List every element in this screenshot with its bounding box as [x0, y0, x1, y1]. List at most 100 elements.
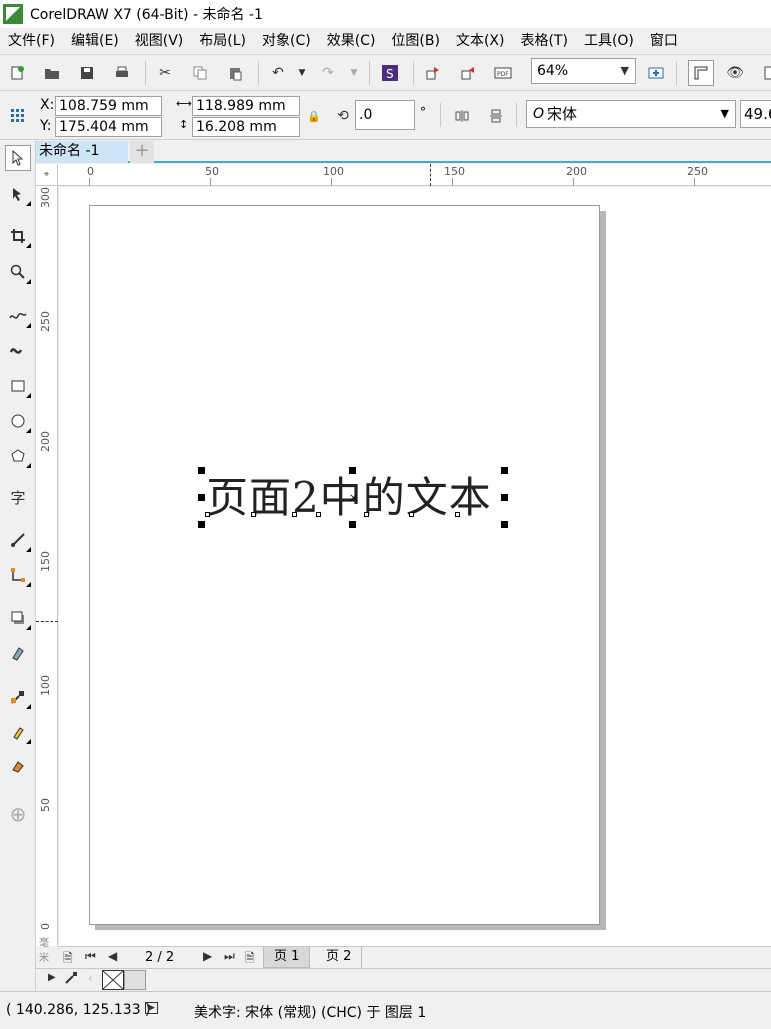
- pick-tool-icon[interactable]: [5, 145, 31, 171]
- cut-icon[interactable]: ✂: [155, 63, 175, 83]
- document-tab[interactable]: 未命名 -1: [36, 141, 128, 163]
- x-position-field[interactable]: 108.759 mm: [55, 96, 162, 116]
- first-page-icon[interactable]: ⏮: [85, 949, 96, 964]
- character-node[interactable]: [455, 512, 460, 517]
- zoom-level-select[interactable]: 64% ▼: [531, 58, 636, 84]
- previous-page-icon[interactable]: ◀: [108, 949, 117, 963]
- redo-dropdown-chevron-icon[interactable]: ▼: [344, 63, 364, 83]
- dimension-tool-icon[interactable]: [5, 527, 31, 553]
- publish-pdf-icon[interactable]: PDF: [493, 63, 513, 83]
- menu-window[interactable]: 窗口: [642, 28, 686, 54]
- y-position-field[interactable]: 175.404 mm: [55, 117, 162, 137]
- object-origin-icon[interactable]: [8, 106, 28, 126]
- selection-handle[interactable]: [501, 494, 508, 501]
- selection-handle[interactable]: [198, 467, 205, 474]
- transparency-tool-icon[interactable]: [5, 640, 31, 666]
- color-swatch[interactable]: [124, 970, 146, 990]
- drawing-page[interactable]: [89, 205, 600, 925]
- zoom-tool-icon[interactable]: [5, 259, 31, 285]
- drop-shadow-tool-icon[interactable]: [5, 605, 31, 631]
- rotation-angle-field[interactable]: .0: [355, 100, 415, 130]
- menu-view[interactable]: 视图(V): [127, 28, 192, 54]
- menu-edit[interactable]: 编辑(E): [63, 28, 127, 54]
- svg-text:PDF: PDF: [497, 71, 509, 78]
- character-node[interactable]: [205, 512, 210, 517]
- character-node[interactable]: [251, 512, 256, 517]
- new-document-icon[interactable]: [7, 63, 27, 83]
- artistic-media-tool-icon[interactable]: [5, 337, 31, 363]
- selection-handle[interactable]: [349, 467, 356, 474]
- interactive-fill-tool-icon[interactable]: [5, 719, 31, 745]
- page-tab-1[interactable]: 页 1: [263, 947, 311, 968]
- eyedropper-tool-icon[interactable]: [5, 684, 31, 710]
- add-tool-icon[interactable]: ⊕: [5, 801, 31, 827]
- crop-tool-icon[interactable]: [5, 223, 31, 249]
- center-of-rotation-icon[interactable]: ×: [349, 491, 358, 504]
- full-screen-preview-icon[interactable]: [646, 63, 666, 83]
- search-content-icon[interactable]: S: [380, 63, 400, 83]
- export-icon[interactable]: [458, 63, 478, 83]
- vertical-ruler[interactable]: 300 250 200 150 100 50 0 毫米: [36, 186, 58, 964]
- copy-icon[interactable]: [190, 63, 210, 83]
- import-icon[interactable]: [423, 63, 443, 83]
- width-field[interactable]: 118.989 mm: [192, 96, 300, 116]
- selection-handle[interactable]: [501, 467, 508, 474]
- palette-scroll-left-icon[interactable]: ‹: [88, 971, 93, 985]
- font-family-select[interactable]: O 宋体 ▼: [526, 100, 736, 128]
- open-folder-icon[interactable]: [42, 63, 62, 83]
- shape-tool-icon[interactable]: [5, 181, 31, 207]
- page-tab-2[interactable]: 页 2: [316, 947, 363, 968]
- add-document-tab-button[interactable]: +: [130, 141, 154, 163]
- mirror-vertical-icon[interactable]: [486, 106, 506, 126]
- menu-layout[interactable]: 布局(L): [191, 28, 254, 54]
- color-eyedropper-icon[interactable]: [64, 971, 78, 988]
- print-icon[interactable]: [112, 63, 132, 83]
- lock-ratio-icon[interactable]: 🔒: [304, 106, 324, 126]
- save-icon[interactable]: [77, 63, 97, 83]
- menu-table[interactable]: 表格(T): [512, 28, 575, 54]
- insert-page-after-icon[interactable]: 🗎: [245, 949, 255, 970]
- height-field[interactable]: 16.208 mm: [192, 117, 300, 137]
- insert-page-before-icon[interactable]: 🗎: [63, 949, 73, 970]
- snap-to-icon[interactable]: [760, 63, 771, 83]
- character-node[interactable]: [409, 512, 414, 517]
- selection-handle[interactable]: [198, 494, 205, 501]
- freehand-tool-icon[interactable]: [5, 303, 31, 329]
- next-page-icon[interactable]: ▶: [203, 949, 212, 963]
- menu-bitmaps[interactable]: 位图(B): [383, 28, 448, 54]
- selection-handle[interactable]: [349, 521, 356, 528]
- status-expand-icon[interactable]: ▶: [145, 1002, 158, 1014]
- smart-fill-tool-icon[interactable]: [5, 753, 31, 779]
- toolbar-separator: [145, 61, 146, 85]
- ruler-origin-icon[interactable]: ⌖: [36, 164, 58, 186]
- menu-text[interactable]: 文本(X): [448, 28, 513, 54]
- character-node[interactable]: [292, 512, 297, 517]
- ruler-label: 100: [39, 675, 52, 696]
- menu-effects[interactable]: 效果(C): [319, 28, 384, 54]
- undo-dropdown-chevron-icon[interactable]: ▼: [292, 63, 312, 83]
- menu-tools[interactable]: 工具(O): [576, 28, 642, 54]
- selection-handle[interactable]: [501, 521, 508, 528]
- character-node[interactable]: [364, 512, 369, 517]
- show-rulers-icon[interactable]: [688, 60, 714, 86]
- horizontal-ruler[interactable]: 0 50 100 150 200 250: [58, 164, 771, 186]
- undo-icon[interactable]: ↶: [268, 63, 288, 83]
- selection-handle[interactable]: [198, 521, 205, 528]
- polygon-tool-icon[interactable]: [5, 443, 31, 469]
- mirror-horizontal-icon[interactable]: [452, 106, 472, 126]
- ellipse-tool-icon[interactable]: [5, 408, 31, 434]
- text-tool-icon[interactable]: 字: [5, 484, 31, 510]
- character-node[interactable]: [316, 512, 321, 517]
- menu-object[interactable]: 对象(C): [254, 28, 319, 54]
- menu-file[interactable]: 文件(F): [0, 28, 63, 54]
- paste-icon[interactable]: [225, 63, 245, 83]
- view-eye-icon[interactable]: 👁: [725, 63, 745, 83]
- redo-icon[interactable]: ↷: [318, 63, 338, 83]
- last-page-icon[interactable]: ⏭: [224, 949, 235, 964]
- rectangle-tool-icon[interactable]: [5, 373, 31, 399]
- font-size-field[interactable]: 49.6: [740, 100, 771, 128]
- palette-flyout-icon[interactable]: ▶: [48, 972, 56, 983]
- no-color-swatch[interactable]: [102, 970, 124, 990]
- cursor-guide-horizontal: [36, 621, 58, 622]
- connector-tool-icon[interactable]: [5, 562, 31, 588]
